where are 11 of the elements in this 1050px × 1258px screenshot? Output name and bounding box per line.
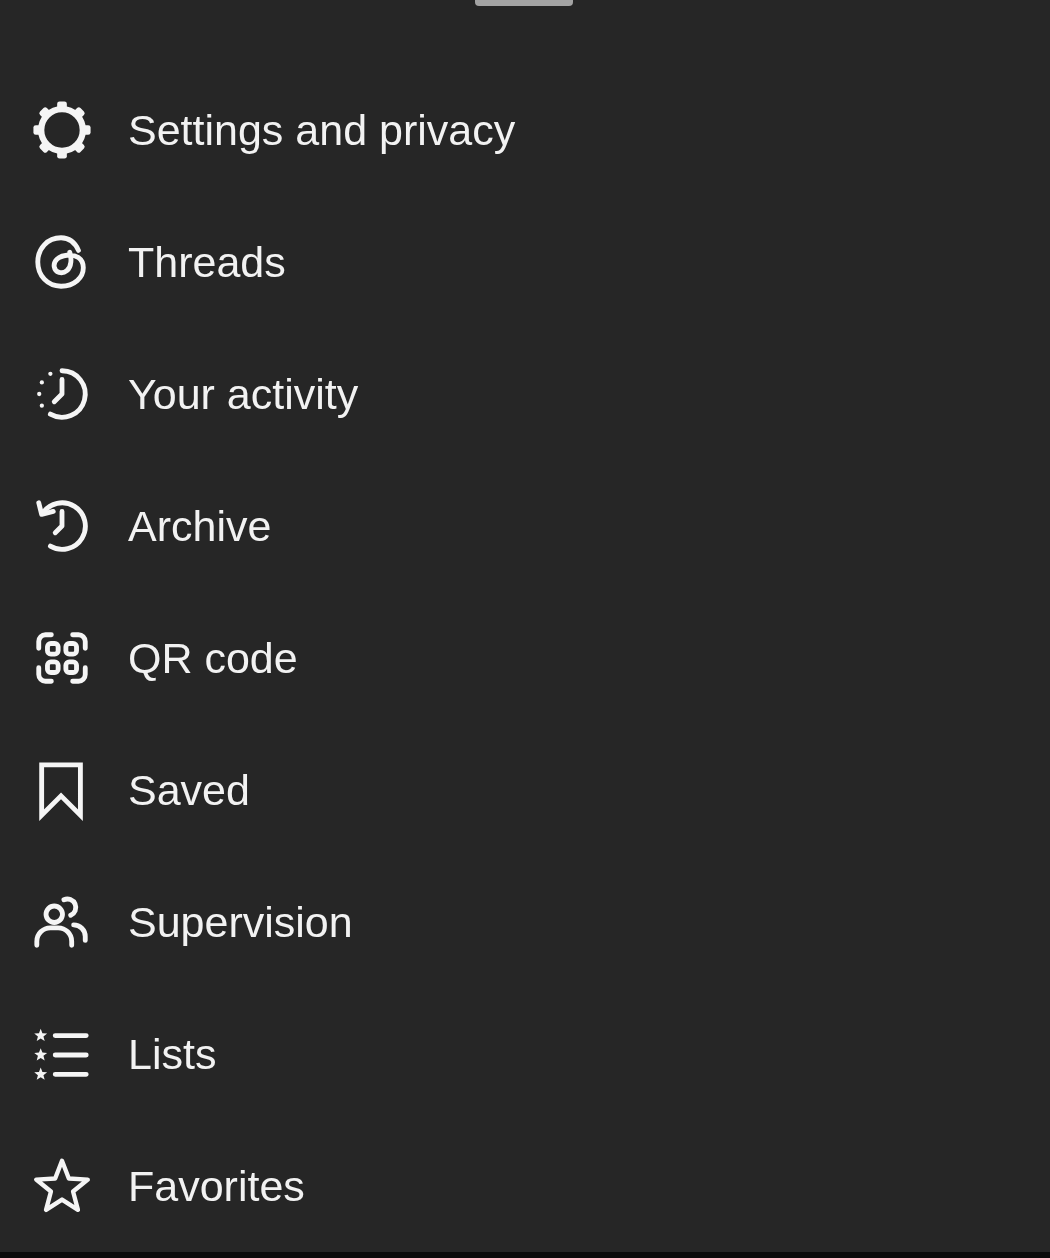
menu-item[interactable]: QR code bbox=[0, 592, 1050, 724]
settings-icon bbox=[31, 99, 93, 161]
menu-item[interactable]: Threads bbox=[0, 196, 1050, 328]
menu-item[interactable]: Supervision bbox=[0, 856, 1050, 988]
drag-handle[interactable] bbox=[475, 0, 573, 6]
menu-item[interactable]: Your activity bbox=[0, 328, 1050, 460]
menu-item[interactable]: Saved bbox=[0, 724, 1050, 856]
menu-item[interactable]: Favorites bbox=[0, 1120, 1050, 1252]
menu-item[interactable]: Settings and privacy bbox=[0, 64, 1050, 196]
menu-item[interactable]: Lists bbox=[0, 988, 1050, 1120]
menu-item[interactable]: Archive bbox=[0, 460, 1050, 592]
